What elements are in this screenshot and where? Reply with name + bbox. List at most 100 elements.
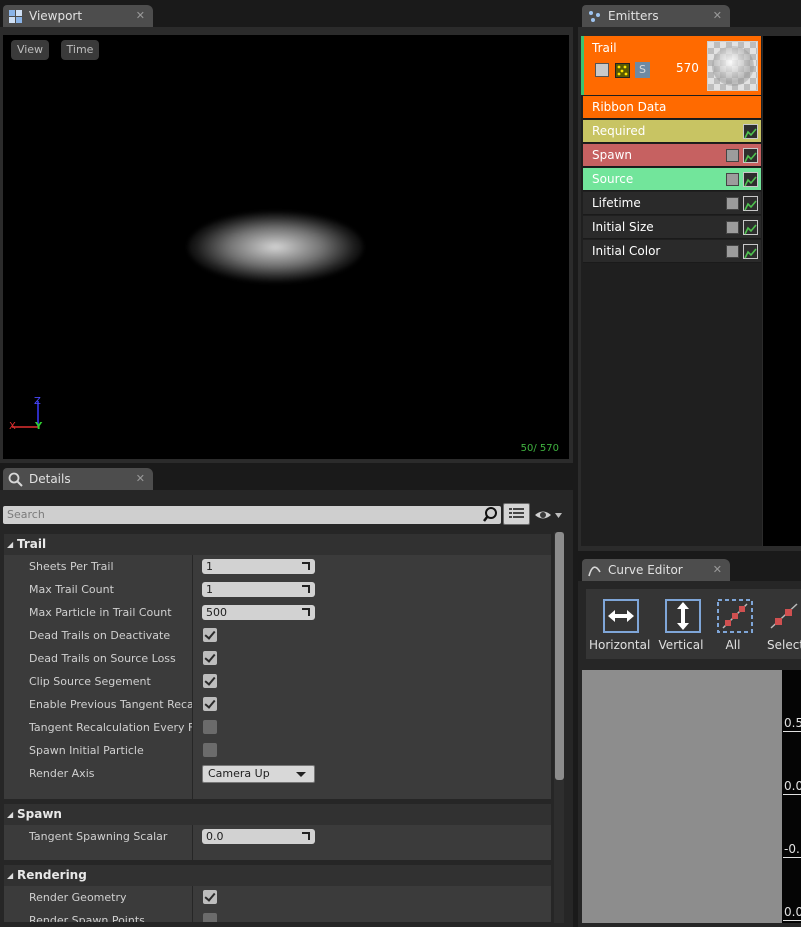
property-label: Render Spawn Points: [29, 914, 145, 922]
fit-selected-label: Selected: [767, 638, 801, 652]
spin-arrow-icon[interactable]: [302, 608, 310, 616]
details-scrollbar-track[interactable]: [554, 532, 564, 923]
curve-graph-icon[interactable]: [743, 148, 758, 163]
checkbox[interactable]: [203, 720, 217, 734]
emitter-enable-checkbox[interactable]: [595, 63, 609, 77]
visibility-eye-icon[interactable]: [534, 508, 564, 522]
fit-vertical-button[interactable]: Vertical: [651, 598, 711, 656]
fit-vertical-icon: [665, 599, 701, 633]
number-field[interactable]: 1: [202, 559, 315, 574]
tab-emitters[interactable]: Emitters ✕: [582, 5, 730, 27]
property-row: Dead Trails on Source Loss: [4, 647, 551, 670]
column-divider[interactable]: [192, 555, 193, 799]
tab-details[interactable]: Details ✕: [3, 468, 153, 490]
module-label: Required: [592, 124, 646, 138]
search-icon[interactable]: [482, 506, 500, 524]
curve-graph-area[interactable]: [782, 670, 801, 923]
fit-horizontal-label: Horizontal: [589, 638, 651, 652]
module-row[interactable]: Ribbon Data: [583, 96, 761, 119]
property-row: Max Particle in Trail Count 500: [4, 601, 551, 624]
checkbox[interactable]: [203, 628, 217, 642]
close-icon[interactable]: ✕: [713, 5, 722, 27]
property-row: Render Axis Camera Up: [4, 762, 551, 785]
details-magnifier-icon: [8, 472, 23, 487]
module-row[interactable]: Lifetime: [583, 192, 761, 215]
number-field[interactable]: 0.0: [202, 829, 315, 844]
tab-viewport[interactable]: Viewport ✕: [3, 5, 153, 27]
column-divider[interactable]: [192, 825, 193, 860]
property-row: Dead Trails on Deactivate: [4, 624, 551, 647]
view-button[interactable]: View: [11, 40, 49, 60]
property-row: Render Spawn Points: [4, 909, 551, 922]
close-icon[interactable]: ✕: [713, 559, 722, 581]
fit-all-label: All: [725, 638, 741, 652]
spin-arrow-icon[interactable]: [302, 562, 310, 570]
spin-arrow-icon[interactable]: [302, 832, 310, 840]
time-button[interactable]: Time: [61, 40, 99, 60]
property-label: Max Particle in Trail Count: [29, 606, 172, 619]
property-matrix-button[interactable]: [503, 503, 530, 525]
y-tick-label: -0.: [784, 842, 800, 856]
tab-emitters-label: Emitters: [608, 9, 659, 23]
curve-label-area[interactable]: [582, 670, 782, 923]
category-trail-label: Trail: [17, 537, 47, 551]
module-label: Ribbon Data: [592, 100, 667, 114]
column-divider[interactable]: [192, 886, 193, 922]
fit-all-button[interactable]: All: [703, 598, 763, 656]
checkbox[interactable]: [203, 890, 217, 904]
y-tick-line: [783, 857, 801, 858]
solo-button[interactable]: S: [635, 62, 650, 78]
checkbox[interactable]: [203, 743, 217, 757]
number-field[interactable]: 1: [202, 582, 315, 597]
curve-graph-icon[interactable]: [743, 244, 758, 259]
emitter-render-mode-icon[interactable]: [615, 63, 630, 78]
tab-details-label: Details: [29, 472, 71, 486]
spin-arrow-icon[interactable]: [302, 585, 310, 593]
property-label: Spawn Initial Particle: [29, 744, 144, 757]
property-label: Tangent Recalculation Every Frame: [29, 721, 193, 734]
details-scrollbar-thumb[interactable]: [555, 532, 564, 780]
module-row[interactable]: Required: [583, 120, 761, 143]
category-rendering[interactable]: ◢ Rendering: [4, 865, 551, 886]
module-row[interactable]: Spawn: [583, 144, 761, 167]
property-row: Clip Source Segement: [4, 670, 551, 693]
module-row[interactable]: Initial Size: [583, 216, 761, 239]
dropdown-value: Camera Up: [208, 767, 270, 780]
fit-selected-button[interactable]: Selected: [757, 598, 801, 656]
property-label: Tangent Spawning Scalar: [29, 830, 168, 843]
particle-preview: [188, 212, 363, 282]
checkbox[interactable]: [203, 651, 217, 665]
curve-graph-icon[interactable]: [743, 196, 758, 211]
emitter-name: Trail: [592, 41, 617, 55]
checkbox[interactable]: [203, 697, 217, 711]
module-enable-checkbox[interactable]: [726, 149, 739, 162]
category-spawn[interactable]: ◢ Spawn: [4, 804, 551, 825]
number-field[interactable]: 500: [202, 605, 315, 620]
rendering-props-group: Render Geometry Render Spawn Points: [4, 886, 551, 922]
checkbox[interactable]: [203, 674, 217, 688]
module-enable-checkbox[interactable]: [726, 245, 739, 258]
category-spawn-label: Spawn: [17, 807, 62, 821]
curve-graph-icon[interactable]: [743, 124, 758, 139]
module-row[interactable]: Source: [583, 168, 761, 191]
emitter-header[interactable]: Trail S 570: [581, 36, 761, 95]
close-icon[interactable]: ✕: [136, 5, 145, 27]
module-enable-checkbox[interactable]: [726, 221, 739, 234]
close-icon[interactable]: ✕: [136, 468, 145, 490]
viewport-canvas[interactable]: View Time Z X Y 50/ 570: [3, 35, 569, 459]
axis-z-label: Z: [34, 396, 41, 407]
checkbox[interactable]: [203, 913, 217, 922]
details-search-input[interactable]: Search: [3, 506, 501, 524]
property-row: Max Trail Count 1: [4, 578, 551, 601]
fit-horizontal-button[interactable]: Horizontal: [589, 598, 651, 656]
render-axis-dropdown[interactable]: Camera Up: [202, 765, 315, 783]
category-trail[interactable]: ◢ Trail: [4, 534, 551, 555]
module-enable-checkbox[interactable]: [726, 197, 739, 210]
tab-curve-editor[interactable]: Curve Editor ✕: [582, 559, 730, 581]
curve-graph-icon[interactable]: [743, 220, 758, 235]
curve-graph-icon[interactable]: [743, 172, 758, 187]
module-row[interactable]: Initial Color: [583, 240, 761, 263]
module-enable-checkbox[interactable]: [726, 173, 739, 186]
fit-selected-icon: [770, 603, 798, 629]
particle-stat: 50/ 570: [520, 443, 559, 454]
